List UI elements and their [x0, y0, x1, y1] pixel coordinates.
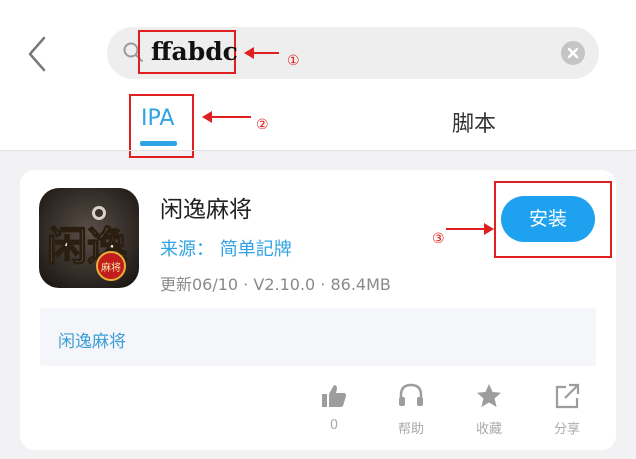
arrow-icon — [244, 47, 279, 59]
help-button[interactable]: 帮助 — [389, 382, 433, 438]
share-button[interactable]: 分享 — [545, 382, 589, 438]
favorite-button[interactable]: 收藏 — [467, 382, 511, 438]
clear-search-icon[interactable] — [561, 41, 585, 65]
app-meta: 更新06/10 · V2.10.0 · 86.4MB — [160, 275, 391, 294]
app-icon[interactable]: 闲逸 麻将 — [39, 188, 139, 288]
arrow-icon — [202, 111, 251, 123]
app-description: 闲逸麻将 — [58, 332, 126, 352]
app-source[interactable]: 来源： 简单記牌 — [160, 235, 292, 261]
like-count: 0 — [329, 418, 339, 433]
callout-two: ② — [256, 117, 269, 133]
share-icon — [555, 383, 580, 409]
back-icon[interactable] — [22, 34, 52, 74]
install-button[interactable]: 安装 — [501, 196, 595, 242]
thumbs-up-icon — [322, 385, 346, 407]
help-label: 帮助 — [397, 422, 424, 437]
icon-sub-text: 麻将 — [101, 261, 121, 274]
divider — [0, 150, 636, 151]
favorite-label: 收藏 — [475, 422, 502, 437]
callout-three: ③ — [432, 231, 445, 247]
star-icon — [477, 384, 501, 407]
share-label: 分享 — [553, 422, 580, 437]
callout-one: ① — [287, 53, 300, 69]
tab-highlight-box — [129, 94, 194, 158]
like-button[interactable]: 0 — [312, 382, 356, 438]
arrow-icon — [446, 223, 494, 235]
tab-script[interactable]: 脚本 — [452, 106, 496, 138]
app-name[interactable]: 闲逸麻将 — [160, 190, 252, 224]
search-input[interactable]: ffabdc — [151, 37, 238, 66]
headset-icon — [399, 383, 423, 406]
